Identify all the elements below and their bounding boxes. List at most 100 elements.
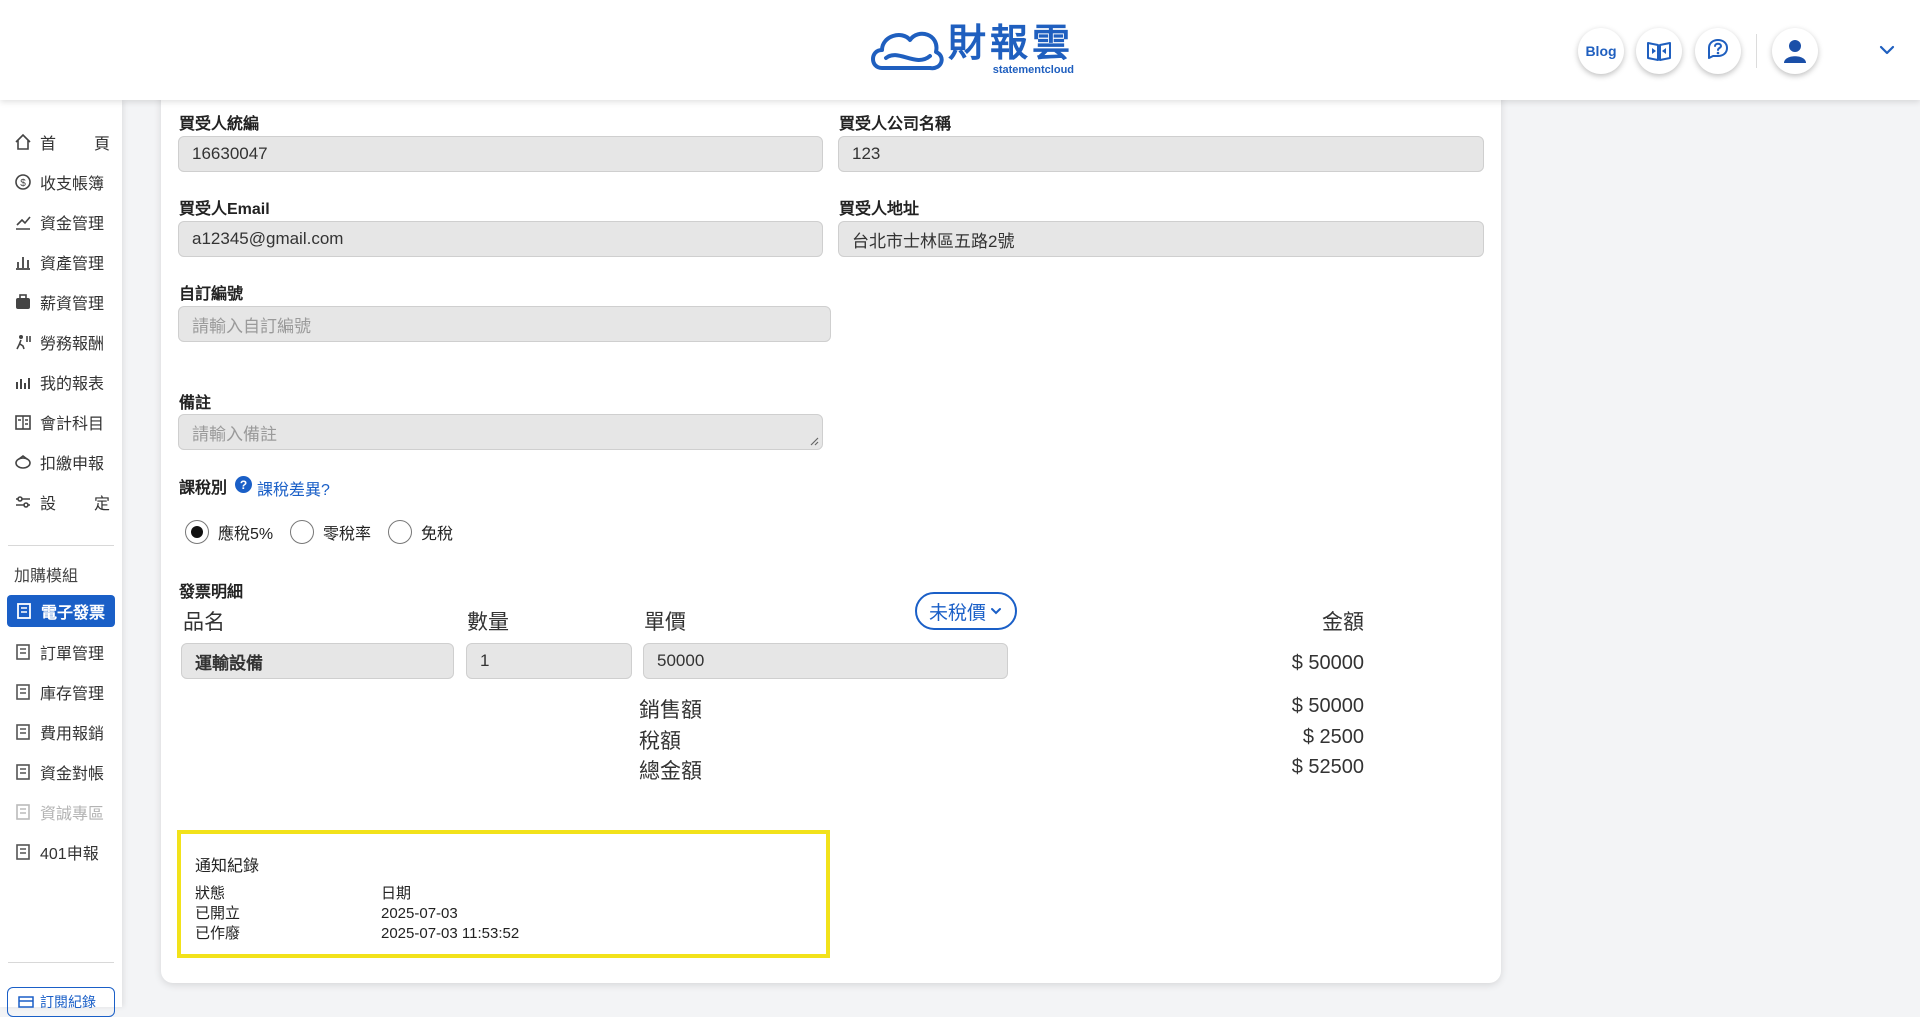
sidebar xyxy=(0,100,122,1007)
top-bar: 財報雲 statementcloud Blog xyxy=(0,0,1920,100)
invoice-icon xyxy=(14,803,32,821)
total-amount-value: $ 52500 xyxy=(1291,756,1364,778)
item-quantity-field[interactable]: 1 xyxy=(466,643,632,679)
brand-logo[interactable]: 財報雲 statementcloud xyxy=(868,22,1074,78)
user-avatar-button[interactable] xyxy=(1772,28,1818,74)
question-icon[interactable]: ? xyxy=(235,476,252,493)
support-chat-button[interactable] xyxy=(1695,28,1741,74)
chevron-down-icon[interactable] xyxy=(1875,38,1899,62)
sidebar-module-401-filing[interactable]: 401申報 xyxy=(14,838,110,866)
help-chat-icon xyxy=(1708,39,1728,59)
sidebar-divider xyxy=(8,962,114,963)
notification-date: 2025-07-03 11:53:52 xyxy=(381,925,520,942)
column-unit-price: 單價 xyxy=(644,611,686,634)
sidebar-item-label: 薪資管理 xyxy=(40,296,105,313)
tax-option-label: 免稅 xyxy=(421,526,454,543)
blog-button[interactable]: Blog xyxy=(1578,28,1624,74)
total-amount-label: 總金額 xyxy=(639,760,702,783)
sidebar-item-label: 收支帳簿 xyxy=(40,176,105,193)
buyer-company-field[interactable]: 123 xyxy=(838,136,1484,172)
svg-text:$: $ xyxy=(20,178,26,189)
sidebar-item-label: 頁 xyxy=(93,136,110,153)
sidebar-item-accounting-subjects[interactable]: 會計科目 xyxy=(14,408,110,436)
payroll-icon xyxy=(14,293,32,311)
tax-option-label: 應稅5% xyxy=(218,526,274,543)
sidebar-item-home[interactable]: 首頁 xyxy=(14,128,110,156)
note-textarea[interactable]: 請輸入備註 xyxy=(178,414,823,450)
item-unit-price-field[interactable]: 50000 xyxy=(643,643,1008,679)
subscription-history-label: 訂閱紀錄 xyxy=(40,994,96,1010)
item-amount: $ 50000 xyxy=(1291,652,1364,674)
sidebar-item-label: 401申報 xyxy=(40,846,99,863)
sidebar-item-fund-management[interactable]: 資金管理 xyxy=(14,208,110,236)
sidebar-item-payroll[interactable]: 薪資管理 xyxy=(14,288,110,316)
video-book-icon xyxy=(1647,42,1671,61)
sidebar-module-inventory[interactable]: 庫存管理 xyxy=(14,678,110,706)
item-name-field[interactable]: 運輸設備 xyxy=(181,643,454,679)
note-label: 備註 xyxy=(179,395,212,412)
buyer-tax-id-label: 買受人統編 xyxy=(179,116,260,133)
notification-log-title: 通知紀錄 xyxy=(195,858,260,875)
radio-unselected-icon xyxy=(388,520,412,544)
buyer-company-label: 買受人公司名稱 xyxy=(839,116,952,133)
notification-status: 已開立 xyxy=(195,905,241,922)
sidebar-item-income-ledger[interactable]: $ 收支帳簿 xyxy=(14,168,110,196)
blog-label: Blog xyxy=(1585,43,1617,59)
tax-option-taxable[interactable]: 應稅5% xyxy=(185,520,273,544)
sidebar-item-settings[interactable]: 設定 xyxy=(14,488,110,516)
sidebar-divider xyxy=(8,545,114,546)
tutorial-video-button[interactable] xyxy=(1636,28,1682,74)
sidebar-item-label: 定 xyxy=(93,496,110,513)
ledger-icon xyxy=(14,413,32,431)
sales-amount-value: $ 50000 xyxy=(1291,695,1364,717)
brand-subtitle: statementcloud xyxy=(992,64,1075,76)
sidebar-item-asset-management[interactable]: 資產管理 xyxy=(14,248,110,276)
notification-log-panel: 通知紀錄 狀態 日期 已開立 2025-07-03 已作廢 2025-07-03… xyxy=(177,830,830,958)
invoice-detail-card: 買受人統編 16630047 買受人公司名稱 123 買受人Email a123… xyxy=(161,90,1501,983)
sidebar-item-label: 電子發票 xyxy=(41,605,106,622)
sidebar-item-label: 我的報表 xyxy=(40,376,105,393)
chart-icon xyxy=(14,373,32,391)
sidebar-item-label: 庫存管理 xyxy=(40,686,105,703)
sidebar-item-withholding-filing[interactable]: 扣繳申報 xyxy=(14,448,110,476)
subscription-history-button[interactable]: 訂閱紀錄 xyxy=(7,987,115,1017)
sidebar-module-reconciliation[interactable]: 資金對帳 xyxy=(14,758,110,786)
sidebar-item-label: 會計科目 xyxy=(40,416,105,433)
cloud-logo-icon xyxy=(871,31,944,71)
withholding-icon xyxy=(14,453,32,471)
note-placeholder: 請輸入備註 xyxy=(192,424,277,444)
sidebar-item-labor-compensation[interactable]: 勞務報酬 xyxy=(14,328,110,356)
tax-difference-link[interactable]: 課稅差異? xyxy=(257,476,330,500)
invoice-icon xyxy=(14,643,32,661)
buyer-email-label: 買受人Email xyxy=(179,201,270,218)
tax-option-label: 零稅率 xyxy=(323,526,372,543)
custom-number-label: 自訂編號 xyxy=(179,286,244,303)
invoice-icon xyxy=(14,723,32,741)
tax-option-exempt[interactable]: 免稅 xyxy=(388,520,453,544)
sidebar-item-label: 扣繳申報 xyxy=(40,456,105,473)
column-quantity: 數量 xyxy=(467,611,509,634)
invoice-icon xyxy=(15,602,33,620)
resize-handle-icon[interactable] xyxy=(809,436,819,446)
invoice-icon xyxy=(14,763,32,781)
price-mode-dropdown[interactable]: 未稅價 xyxy=(915,592,1017,630)
sidebar-module-e-invoice[interactable]: 電子發票 xyxy=(7,595,115,627)
sidebar-module-expense[interactable]: 費用報銷 xyxy=(14,718,110,746)
sidebar-item-my-reports[interactable]: 我的報表 xyxy=(14,368,110,396)
custom-number-input[interactable]: 請輸入自訂編號 xyxy=(178,306,831,342)
sidebar-item-label: 資產管理 xyxy=(40,256,105,273)
home-icon xyxy=(14,133,32,151)
buyer-email-field[interactable]: a12345@gmail.com xyxy=(178,221,823,257)
buyer-tax-id-field[interactable]: 16630047 xyxy=(178,136,823,172)
column-item-name: 品名 xyxy=(183,611,225,634)
sidebar-module-pwc-zone: 資誠專區 xyxy=(14,798,110,826)
sidebar-item-label: 首 xyxy=(40,136,57,153)
invoice-icon xyxy=(14,683,32,701)
sidebar-module-order-management[interactable]: 訂單管理 xyxy=(14,638,110,666)
sidebar-item-label: 資誠專區 xyxy=(40,806,105,823)
sidebar-item-label: 費用報銷 xyxy=(40,726,105,743)
buyer-address-field[interactable]: 台北市士林區五路2號 xyxy=(838,221,1484,257)
column-amount: 金額 xyxy=(1322,611,1364,634)
tax-option-zero-rate[interactable]: 零稅率 xyxy=(290,520,371,544)
labor-icon xyxy=(14,333,32,351)
